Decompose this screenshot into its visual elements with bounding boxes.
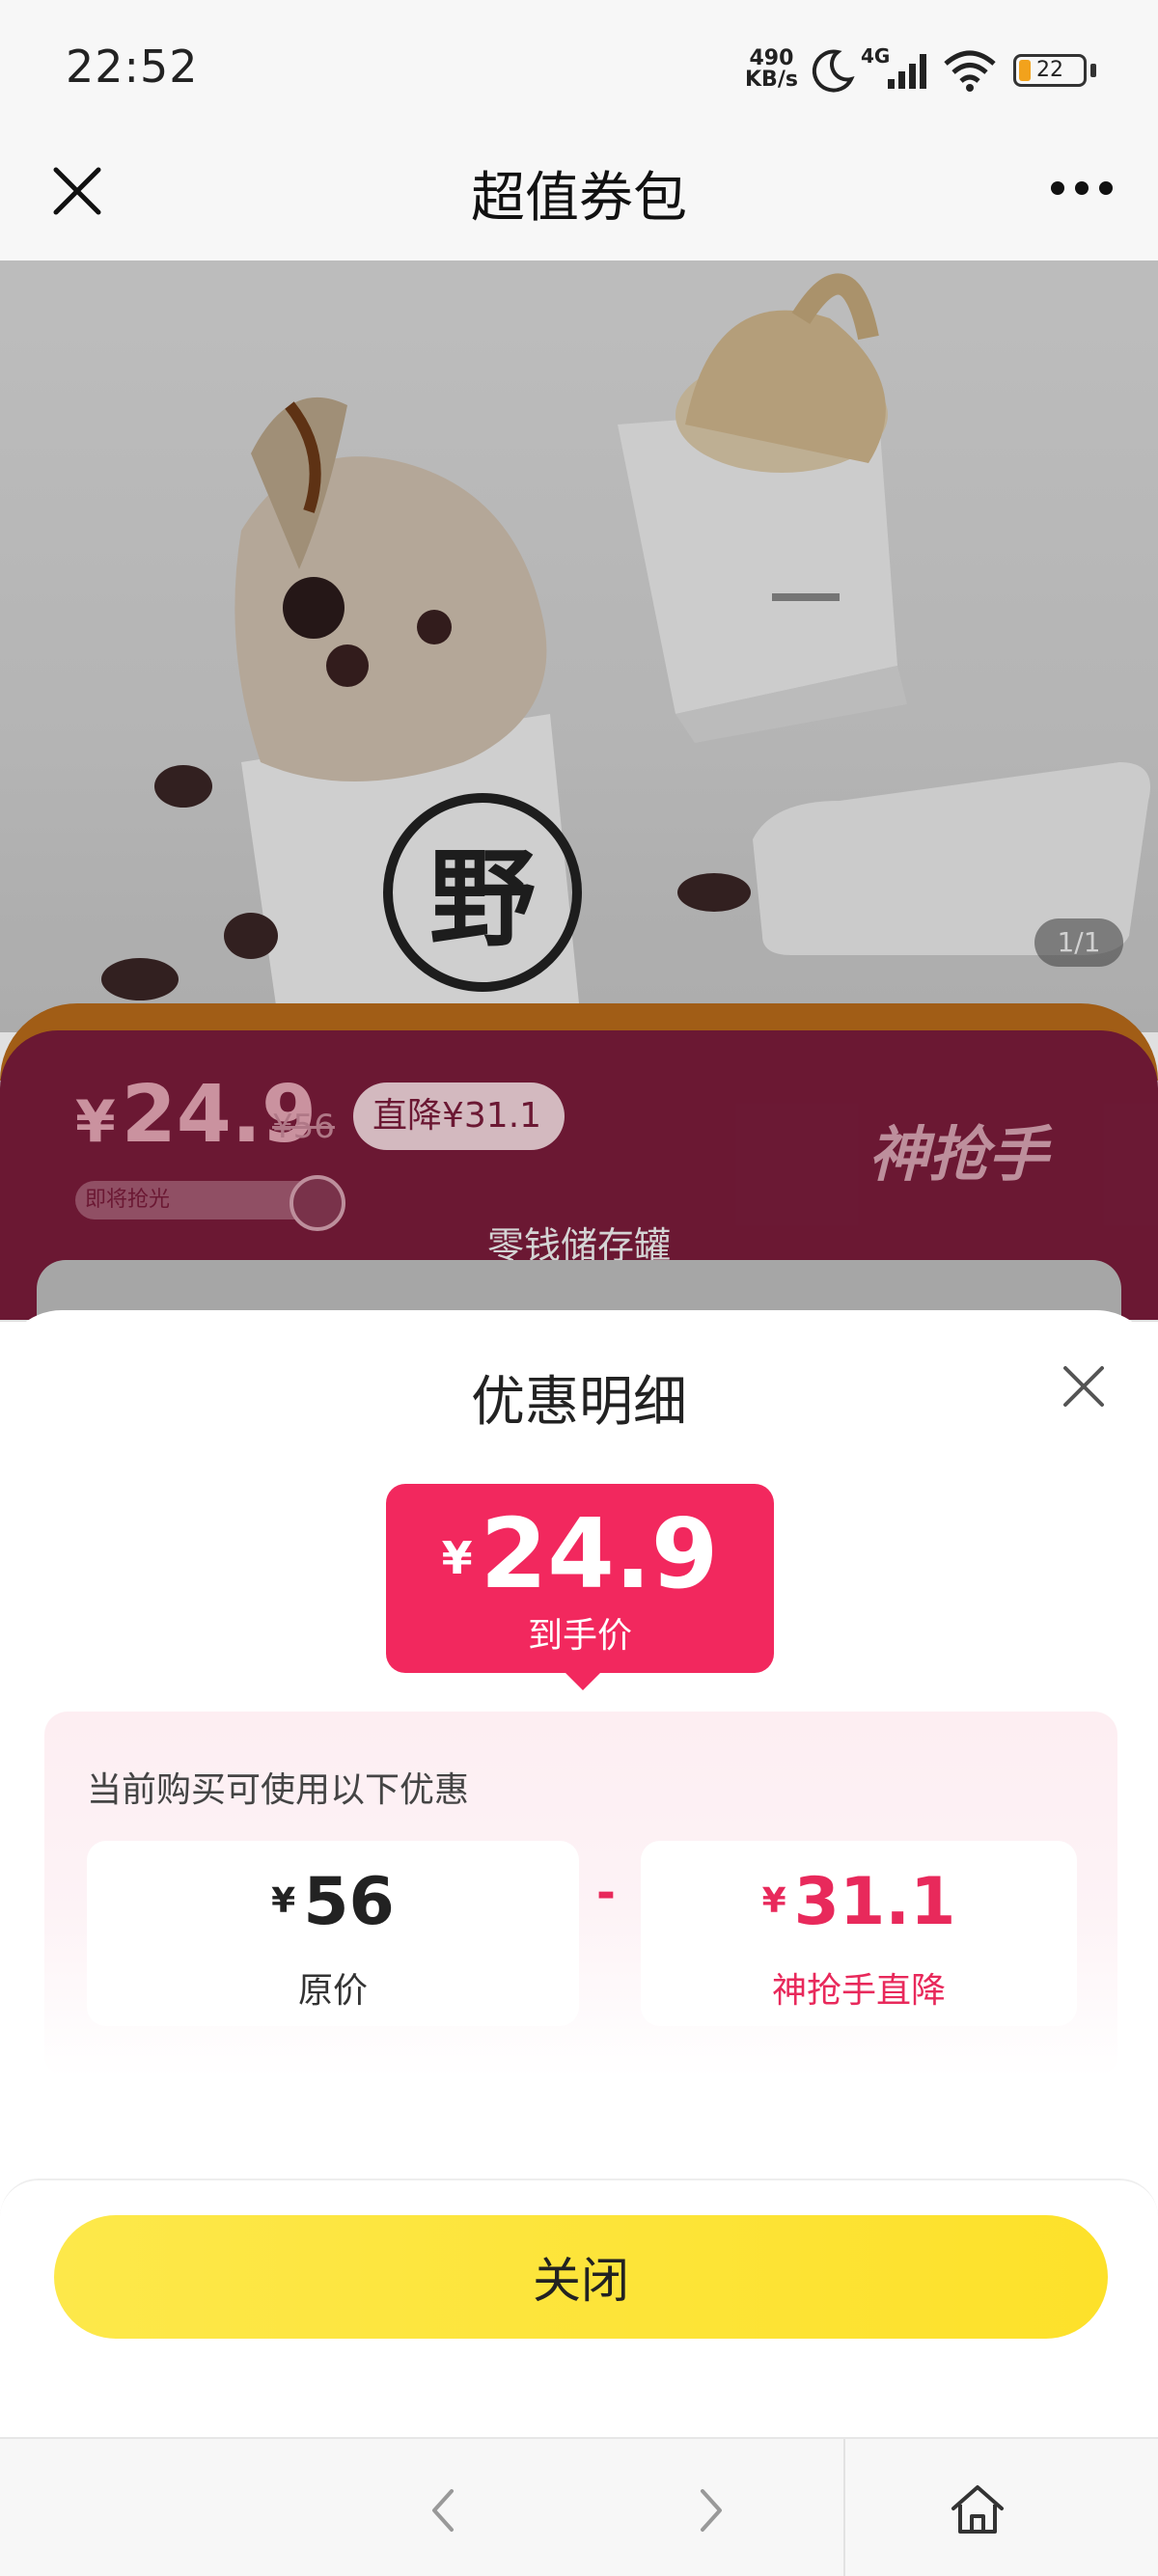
battery-tip — [1090, 64, 1096, 77]
pointer-arrow — [565, 1673, 600, 1690]
toolbar-divider — [843, 2439, 845, 2576]
home-icon[interactable] — [946, 2478, 1009, 2541]
minus-sign: - — [596, 1866, 616, 1920]
moon-icon — [812, 49, 855, 93]
network-speed-unit: KB/s — [745, 68, 798, 92]
close-icon[interactable] — [1062, 1364, 1106, 1409]
nav-bar: 超值券包 — [0, 135, 1158, 260]
close-button[interactable]: 关闭 — [54, 2215, 1108, 2339]
discount-card: ¥31.1 神抢手直降 — [641, 1841, 1077, 2026]
original-price-label: 原价 — [297, 1971, 368, 2011]
wifi-icon — [944, 50, 996, 92]
discount-caption: 当前购买可使用以下优惠 — [87, 1770, 470, 1810]
currency-symbol: ¥ — [441, 1532, 473, 1584]
network-speed: 490 KB/s — [745, 48, 798, 91]
battery-level: 22 — [1036, 58, 1063, 82]
network-speed-value: 490 — [749, 46, 794, 70]
battery-icon: 22 — [1013, 54, 1087, 87]
status-time: 22:52 — [66, 41, 199, 93]
discount-value: ¥31.1 — [641, 1864, 1077, 1940]
status-bar: 22:52 490 KB/s 4G 22 — [0, 0, 1158, 135]
signal-icon — [888, 54, 926, 89]
discount-amount: 31.1 — [793, 1864, 956, 1940]
discount-detail-sheet: 优惠明细 ¥24.9 到手价 当前购买可使用以下优惠 ¥56 原价 - ¥31.… — [0, 1310, 1158, 2441]
discount-label: 神抢手直降 — [771, 1971, 946, 2011]
currency-symbol: ¥ — [271, 1881, 296, 1921]
original-amount: 56 — [303, 1864, 395, 1940]
more-icon[interactable] — [1048, 174, 1116, 203]
modal-overlay[interactable] — [0, 260, 1158, 1322]
page-title: 超值券包 — [471, 167, 687, 230]
browser-toolbar — [0, 2437, 1158, 2576]
forward-icon[interactable] — [681, 2481, 739, 2539]
back-icon[interactable] — [415, 2481, 473, 2539]
discount-panel: 当前购买可使用以下优惠 ¥56 原价 - ¥31.1 神抢手直降 — [44, 1712, 1117, 2078]
currency-symbol: ¥ — [761, 1881, 786, 1921]
original-price-card: ¥56 原价 — [87, 1841, 579, 2026]
final-price-value: 24.9 — [480, 1497, 719, 1610]
final-price: ¥24.9 — [386, 1501, 774, 1611]
final-price-label: 到手价 — [527, 1616, 632, 1656]
sheet-footer: 关闭 — [0, 2179, 1158, 2441]
sheet-title: 优惠明细 — [471, 1371, 687, 1434]
original-price-value: ¥56 — [87, 1864, 579, 1940]
final-price-box: ¥24.9 到手价 — [386, 1484, 774, 1673]
